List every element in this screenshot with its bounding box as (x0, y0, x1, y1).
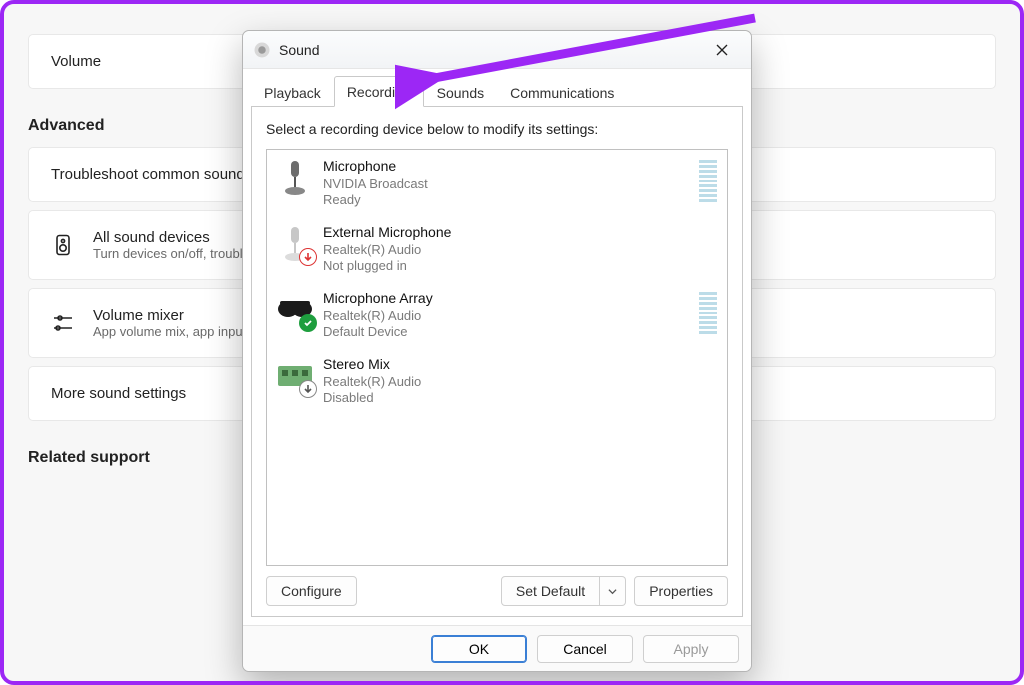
set-default-button[interactable]: Set Default (501, 576, 600, 606)
device-status: Ready (323, 192, 428, 208)
action-row: Configure Set Default Properties (266, 576, 728, 606)
sound-dialog: Sound Playback Recording Sounds Communic… (242, 30, 752, 672)
device-row[interactable]: MicrophoneNVIDIA BroadcastReady (267, 150, 727, 216)
device-name: External Microphone (323, 224, 451, 242)
titlebar[interactable]: Sound (243, 31, 751, 69)
level-meter (699, 158, 717, 202)
set-default-split: Set Default (501, 576, 626, 606)
device-name: Stereo Mix (323, 356, 421, 374)
device-vendor: Realtek(R) Audio (323, 242, 451, 258)
chevron-down-icon (608, 587, 617, 596)
set-default-dropdown[interactable] (600, 576, 626, 606)
sliders-icon (51, 311, 75, 335)
device-status: Not plugged in (323, 258, 451, 274)
volume-label: Volume (51, 53, 101, 70)
instruction-text: Select a recording device below to modif… (266, 121, 728, 137)
device-vendor: Realtek(R) Audio (323, 374, 421, 390)
device-icon (275, 158, 315, 198)
device-vendor: Realtek(R) Audio (323, 308, 433, 324)
sound-app-icon (253, 41, 271, 59)
close-icon (716, 44, 728, 56)
device-status: Disabled (323, 390, 421, 406)
apply-button[interactable]: Apply (643, 635, 739, 663)
dialog-footer: OK Cancel Apply (243, 625, 751, 671)
tab-communications[interactable]: Communications (497, 77, 627, 107)
speaker-icon (51, 233, 75, 257)
device-row[interactable]: Stereo MixRealtek(R) AudioDisabled (267, 348, 727, 414)
device-icon (275, 356, 315, 396)
recording-pane: Select a recording device below to modif… (251, 106, 743, 617)
device-vendor: NVIDIA Broadcast (323, 176, 428, 192)
close-button[interactable] (703, 35, 741, 65)
tab-sounds[interactable]: Sounds (424, 77, 497, 107)
tabstrip: Playback Recording Sounds Communications (243, 73, 751, 106)
device-row[interactable]: External MicrophoneRealtek(R) AudioNot p… (267, 216, 727, 282)
more-sound-settings-label: More sound settings (51, 385, 186, 402)
level-meter (699, 290, 717, 334)
configure-button[interactable]: Configure (266, 576, 357, 606)
device-name: Microphone Array (323, 290, 433, 308)
device-icon (275, 224, 315, 264)
device-status: Default Device (323, 324, 433, 340)
tab-playback[interactable]: Playback (251, 77, 334, 107)
device-row[interactable]: Microphone ArrayRealtek(R) AudioDefault … (267, 282, 727, 348)
ok-button[interactable]: OK (431, 635, 527, 663)
properties-button[interactable]: Properties (634, 576, 728, 606)
device-icon (275, 290, 315, 330)
device-list[interactable]: MicrophoneNVIDIA BroadcastReadyExternal … (266, 149, 728, 566)
tab-recording[interactable]: Recording (334, 76, 424, 107)
cancel-button[interactable]: Cancel (537, 635, 633, 663)
dialog-title: Sound (279, 42, 319, 58)
device-name: Microphone (323, 158, 428, 176)
